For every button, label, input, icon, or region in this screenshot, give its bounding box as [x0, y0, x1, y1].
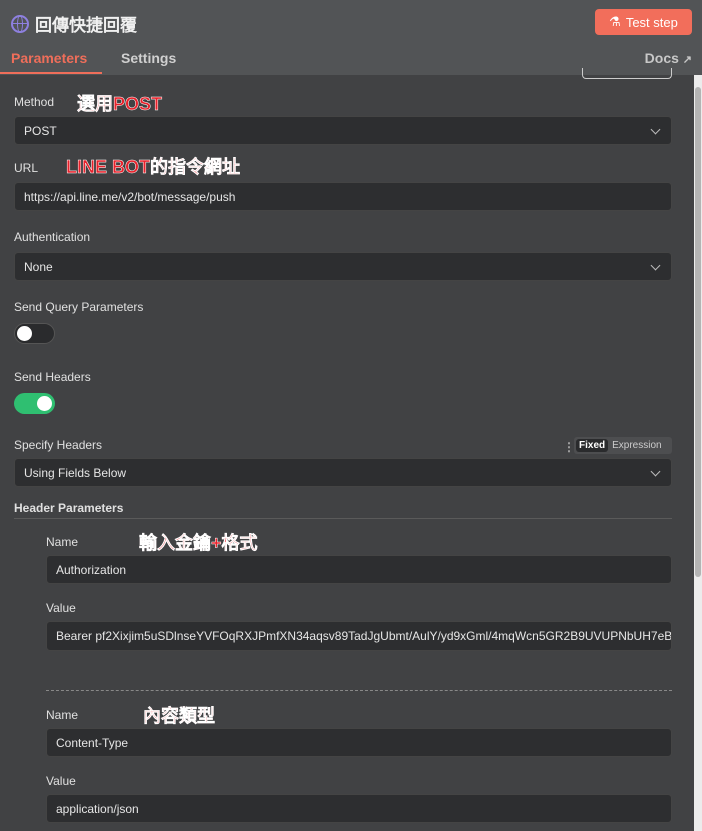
scrollbar[interactable]: [694, 75, 702, 831]
hidden-button-edge[interactable]: [582, 68, 672, 79]
url-input[interactable]: https://api.line.me/v2/bot/message/push: [14, 182, 672, 211]
headers-label: Send Headers: [14, 370, 91, 384]
external-link-icon: ↗: [682, 54, 692, 66]
header-value-input[interactable]: Bearer pf2Xixjim5uSDlnseYVFOqRXJPmfXN34a…: [46, 621, 672, 651]
query-label: Send Query Parameters: [14, 300, 144, 314]
name-label: Name: [46, 535, 79, 549]
docs-link[interactable]: Docs ↗: [645, 50, 692, 66]
url-annotation: LINE BOT的指令網址: [66, 157, 241, 178]
globe-icon: [11, 14, 29, 33]
value-label: Value: [46, 774, 76, 788]
tab-parameters[interactable]: Parameters: [0, 50, 103, 74]
auth-select[interactable]: None: [14, 252, 672, 281]
specify-select[interactable]: Using Fields Below: [14, 458, 672, 487]
content-type-annotation: 內容類型: [143, 706, 216, 727]
node-header: 回傳快捷回覆 ⚗ Test step Parameters Settings Do…: [0, 0, 702, 75]
specify-label: Specify Headers: [14, 438, 103, 452]
method-label: Method: [14, 95, 55, 109]
header-value-input[interactable]: application/json: [46, 794, 672, 823]
test-step-button[interactable]: ⚗ Test step: [595, 9, 692, 35]
header-params-label: Header Parameters: [14, 501, 124, 515]
url-label: URL: [14, 161, 39, 175]
tab-settings[interactable]: Settings: [121, 50, 176, 66]
query-toggle[interactable]: [14, 323, 55, 344]
name-label: Name: [46, 708, 79, 722]
scrollbar-thumb[interactable]: [695, 87, 701, 577]
docs-label: Docs: [644, 50, 679, 66]
divider: [14, 518, 672, 519]
method-select[interactable]: POST: [14, 116, 672, 145]
auth-annotation: 輸入金鑰+格式: [139, 533, 258, 554]
title-text: 回傳快捷回覆: [35, 16, 137, 35]
mode-switch: Fixed Expression: [574, 437, 672, 454]
expression-option[interactable]: Expression: [612, 440, 661, 451]
headers-toggle[interactable]: [14, 393, 55, 414]
node-title: 回傳快捷回覆: [11, 11, 137, 36]
fixed-option[interactable]: Fixed: [576, 439, 609, 452]
header-name-input[interactable]: Authorization: [46, 555, 672, 584]
header-name-input[interactable]: Content-Type: [46, 728, 672, 757]
item-divider: [46, 690, 672, 691]
value-label: Value: [46, 601, 76, 615]
method-annotation: 選用POST: [77, 94, 163, 115]
auth-label: Authentication: [14, 230, 91, 244]
test-step-label: Test step: [625, 14, 678, 30]
flask-icon: ⚗: [609, 14, 621, 29]
